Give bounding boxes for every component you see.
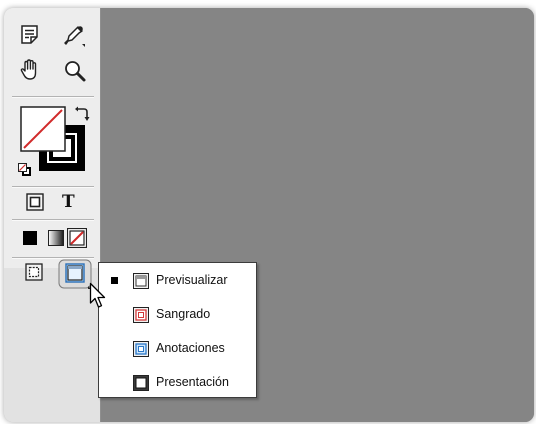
application-window: T Previsualizar Sangrado Anotaciones Pre… (4, 8, 534, 422)
toolbox-divider (12, 186, 94, 188)
hand-icon[interactable] (18, 58, 42, 82)
magnifier-icon[interactable] (63, 59, 87, 83)
apply-none-icon[interactable] (67, 228, 87, 248)
formatting-container-icon[interactable] (26, 193, 44, 211)
menu-item-label: Previsualizar (156, 273, 228, 287)
toolbox-divider (12, 96, 94, 98)
menu-item-slug[interactable]: Anotaciones (99, 337, 254, 361)
formatting-text-icon[interactable]: T (62, 191, 75, 213)
note-icon[interactable] (19, 24, 41, 46)
eyedropper-icon[interactable] (62, 24, 86, 48)
normal-view-icon[interactable] (25, 263, 43, 281)
menu-item-label: Anotaciones (156, 341, 225, 355)
menu-item-label: Presentación (156, 375, 229, 389)
screen-mode-button[interactable] (58, 259, 92, 291)
menu-item-bleed[interactable]: Sangrado (99, 303, 254, 327)
menu-item-presentation[interactable]: Presentación (99, 371, 254, 395)
slug-icon (133, 341, 149, 361)
menu-item-label: Sangrado (156, 307, 211, 321)
tools-panel: T (4, 8, 101, 422)
apply-color-icon[interactable] (23, 231, 37, 245)
swap-fill-stroke-icon[interactable] (74, 106, 90, 122)
apply-gradient-icon[interactable] (48, 230, 64, 246)
checkmark-icon (111, 277, 118, 284)
toolbox-divider (12, 219, 94, 221)
menu-item-preview[interactable]: Previsualizar (99, 269, 254, 293)
screen-mode-flyout: Previsualizar Sangrado Anotaciones Prese… (98, 262, 257, 398)
preview-icon (133, 273, 149, 293)
default-fill-stroke-icon[interactable] (18, 163, 32, 177)
presentation-icon (133, 375, 149, 395)
bleed-icon (133, 307, 149, 327)
cursor-icon (89, 282, 107, 310)
